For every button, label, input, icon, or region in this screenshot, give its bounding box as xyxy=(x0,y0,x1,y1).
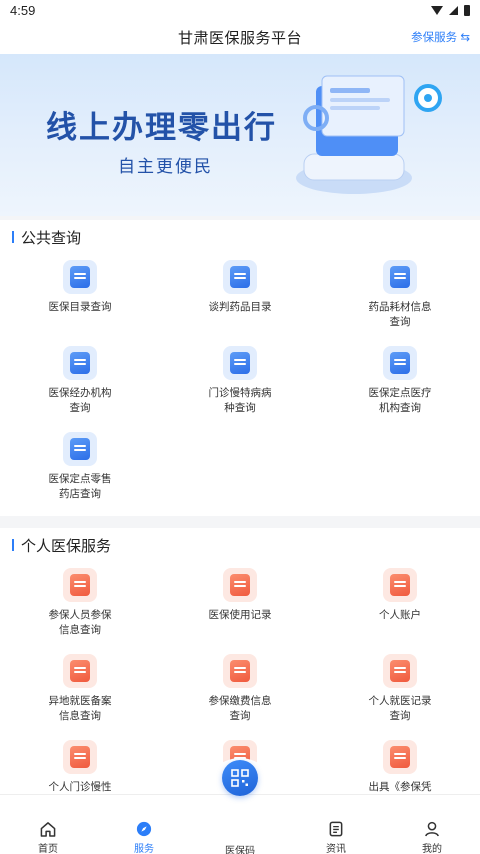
personal-service-section: 个人医保服务 参保人员参保信息查询 医保使用记录 个人账户 异地就医备案信息查询… xyxy=(0,528,480,794)
service-item-certificate[interactable]: 出具《参保凭 xyxy=(320,740,480,794)
tab-mine[interactable]: 我的 xyxy=(384,795,480,854)
payment-info-icon xyxy=(223,654,257,688)
usage-record-icon xyxy=(223,568,257,602)
section-header: 个人医保服务 xyxy=(0,528,480,562)
service-item-pharmacy[interactable]: 医保定点零售药店查询 xyxy=(0,432,160,502)
service-item-medical-record[interactable]: 个人就医记录查询 xyxy=(320,654,480,724)
service-item-label: 医保目录查询 xyxy=(48,301,112,313)
qr-code-icon xyxy=(231,769,249,787)
service-item-label: 医保使用记录 xyxy=(208,609,272,621)
service-item-label: 药品耗材信息查询 xyxy=(368,301,432,328)
wallet-icon xyxy=(383,568,417,602)
service-item-outpatient[interactable]: 个人门诊慢性 xyxy=(0,740,160,794)
tab-label: 资讯 xyxy=(326,844,346,854)
service-item-label: 医保经办机构查询 xyxy=(48,387,112,414)
service-item-label: 门诊慢特病病种查询 xyxy=(208,387,272,414)
status-bar: 4:59 xyxy=(0,0,480,20)
service-item-label: 医保定点医疗机构查询 xyxy=(368,387,432,414)
remote-filing-icon xyxy=(63,654,97,688)
tab-service[interactable]: 服务 xyxy=(96,795,192,854)
service-item-chronic-disease[interactable]: 门诊慢特病病种查询 xyxy=(160,346,320,416)
banner-illustration-icon xyxy=(296,75,442,194)
medical-record-icon xyxy=(383,654,417,688)
tab-qr-code[interactable]: 医保码 xyxy=(192,795,288,854)
battery-icon xyxy=(464,4,470,16)
section-title: 公共查询 xyxy=(21,229,82,247)
tab-label: 服务 xyxy=(134,844,154,854)
agency-building-icon xyxy=(63,346,97,380)
public-query-section: 公共查询 医保目录查询 谈判药品目录 药品耗材信息查询 医保经办机构查询 门诊慢… xyxy=(0,220,480,516)
service-item-usage-record[interactable]: 医保使用记录 xyxy=(160,568,320,623)
app-header: 甘肃医保服务平台 参保服务 ⇆ xyxy=(0,20,480,54)
service-item-agency[interactable]: 医保经办机构查询 xyxy=(0,346,160,416)
home-icon xyxy=(40,822,56,837)
banner-title: 线上办理零出行 xyxy=(46,110,277,146)
section-accent-bar xyxy=(12,539,14,551)
status-time: 4:59 xyxy=(10,2,36,18)
service-item-drug-list[interactable]: 谈判药品目录 xyxy=(160,260,320,315)
bottom-tab-bar: 首页 服务 医保码 资讯 我的 xyxy=(0,794,480,854)
tab-home[interactable]: 首页 xyxy=(0,795,96,854)
qr-code-button[interactable] xyxy=(222,760,258,796)
compass-icon xyxy=(136,821,152,837)
tab-label: 首页 xyxy=(38,844,58,854)
service-item-label: 参保缴费信息查询 xyxy=(208,695,272,722)
service-item-label: 谈判药品目录 xyxy=(208,301,272,313)
service-item-catalog[interactable]: 医保目录查询 xyxy=(0,260,160,315)
status-icons xyxy=(431,4,470,16)
service-item-label: 个人就医记录查询 xyxy=(368,695,432,722)
catalog-search-icon xyxy=(63,260,97,294)
chronic-disease-icon xyxy=(223,346,257,380)
service-item-remote-filing[interactable]: 异地就医备案信息查询 xyxy=(0,654,160,724)
service-item-hospital[interactable]: 医保定点医疗机构查询 xyxy=(320,346,480,416)
service-item-payment-info[interactable]: 参保缴费信息查询 xyxy=(160,654,320,724)
service-item-label: 医保定点零售药店查询 xyxy=(48,473,112,500)
service-item-label: 异地就医备案信息查询 xyxy=(48,695,112,722)
tab-label: 我的 xyxy=(422,844,442,854)
wifi-icon xyxy=(431,5,443,15)
section-header: 公共查询 xyxy=(0,220,480,254)
promo-banner[interactable]: 线上办理零出行 自主更便民 xyxy=(0,54,480,216)
section-accent-bar xyxy=(12,231,14,243)
switch-service-button[interactable]: 参保服务 ⇆ xyxy=(411,29,470,45)
service-item-label: 参保人员参保信息查询 xyxy=(48,609,112,636)
news-icon xyxy=(329,821,343,837)
insured-info-icon xyxy=(63,568,97,602)
service-item-medicine-info[interactable]: 药品耗材信息查询 xyxy=(320,260,480,330)
medicine-info-icon xyxy=(383,260,417,294)
page-title: 甘肃医保服务平台 xyxy=(177,29,302,47)
signal-icon xyxy=(449,5,458,15)
outpatient-kit-icon xyxy=(63,740,97,774)
tab-news[interactable]: 资讯 xyxy=(288,795,384,854)
service-item-label: 个人账户 xyxy=(379,609,421,621)
section-title: 个人医保服务 xyxy=(21,537,112,555)
user-icon xyxy=(425,821,439,837)
tab-label: 医保码 xyxy=(225,846,255,854)
service-item-label: 出具《参保凭 xyxy=(368,781,432,793)
service-item-insured-info[interactable]: 参保人员参保信息查询 xyxy=(0,568,160,638)
pharmacy-icon xyxy=(63,432,97,466)
certificate-icon xyxy=(383,740,417,774)
service-item-label: 个人门诊慢性 xyxy=(48,781,112,793)
banner-subtitle: 自主更便民 xyxy=(118,157,213,176)
drug-list-icon xyxy=(223,260,257,294)
hospital-icon xyxy=(383,346,417,380)
service-item-personal-account[interactable]: 个人账户 xyxy=(320,568,480,623)
